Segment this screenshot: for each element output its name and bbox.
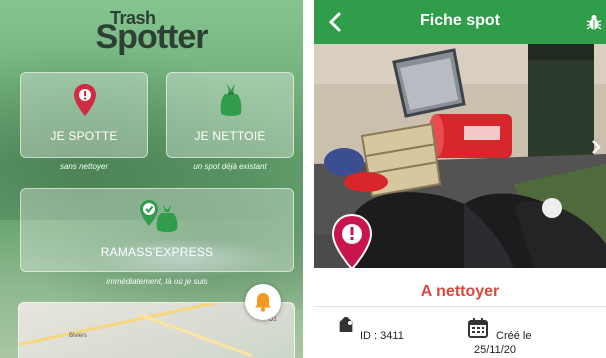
je-spotte-label: JE SPOTTE <box>50 129 118 143</box>
page-title: Fiche spot <box>419 12 500 29</box>
check-pin-bag-icon <box>140 200 178 232</box>
calendar-icon <box>468 318 488 338</box>
app-bar: Fiche spot <box>314 0 606 44</box>
divider <box>314 306 606 307</box>
chevron-right-icon[interactable] <box>590 139 602 155</box>
je-nettoie-label: JE NETTOIE <box>194 129 266 143</box>
location-pin-icon <box>74 84 96 116</box>
bell-icon <box>255 293 271 312</box>
tag-icon <box>339 317 353 332</box>
notifications-button[interactable] <box>245 284 281 320</box>
created-date: 25/11/20 <box>474 344 517 356</box>
app-logo: Trash Spotter <box>0 0 303 60</box>
je-spotte-button[interactable]: JE SPOTTE <box>20 72 148 158</box>
ramass-express-label: RAMASS'EXPRESS <box>100 245 214 259</box>
je-nettoie-button[interactable]: JE NETTOIE <box>166 72 294 158</box>
map-place-label: Biviers <box>69 333 88 339</box>
created-label: Créé le <box>496 330 532 342</box>
spot-detail-screen: Fiche spot A nettoyer ID: 3411 Créé le … <box>314 0 606 358</box>
je-nettoie-subtitle: un spot déjà existant <box>193 162 267 171</box>
je-spotte-subtitle: sans nettoyer <box>59 162 109 171</box>
spot-id: ID : 3411 <box>360 330 404 342</box>
location-pin-icon <box>332 214 372 270</box>
trash-bag-icon <box>220 84 242 116</box>
map-road <box>137 313 252 357</box>
home-screen: Trash Spotter JE SPOTTE sans nettoyer JE… <box>0 0 303 358</box>
logo-spotter-text: Spotter <box>95 18 209 56</box>
spot-status: A nettoyer <box>420 283 500 300</box>
ramass-express-subtitle: immédiatement, là où je suis <box>106 277 208 286</box>
ramass-express-button[interactable]: RAMASS'EXPRESS <box>20 188 294 272</box>
bug-icon[interactable] <box>586 13 602 31</box>
